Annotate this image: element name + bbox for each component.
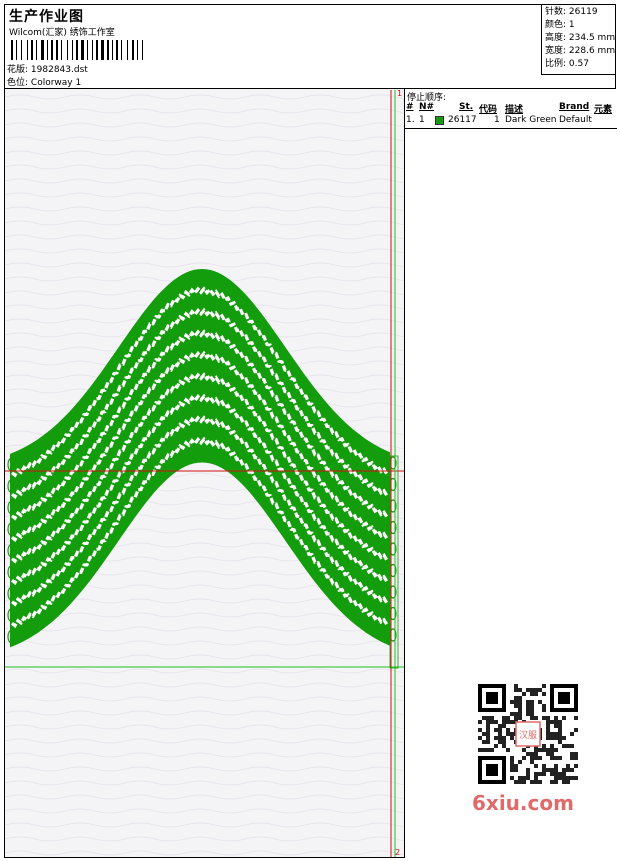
colorway-value: Colorway 1 (30, 78, 82, 88)
stat-width: 宽度: 228.6 mm (545, 46, 616, 56)
stats-panel: 针数: 26119 颜色: 1 高度: 234.5 mm 宽度: 228.6 m… (541, 5, 615, 75)
design-file-value: 1982843.dst (30, 65, 88, 75)
table-divider (405, 128, 617, 129)
design-preview (5, 90, 404, 857)
col-st: St. (459, 102, 474, 112)
marker-top-label: 1 (397, 89, 403, 98)
stat-stitches: 针数: 26119 (545, 7, 598, 17)
barcode (11, 40, 147, 60)
colorway-label: 色位: (7, 78, 29, 88)
col-num: # (406, 102, 414, 112)
qr-center-logo: 汉服 (519, 730, 537, 741)
table-row: 1. 1 26117 1 Dark Green Default (405, 114, 617, 127)
stat-height: 高度: 234.5 mm (545, 33, 616, 43)
row-code: 1 (494, 115, 500, 125)
row-stitches: 26117 (448, 115, 477, 125)
table-header-row: # N# St. 代码 描述 Brand 元素 (405, 101, 617, 115)
sheet-header: 生产作业图 Wilcom(汇家) 绣饰工作室 花版: 1982843.dst 色… (4, 4, 616, 89)
stat-scale: 比例: 0.57 (545, 59, 589, 69)
col-brand: Brand (559, 102, 590, 112)
page-title: 生产作业图 (9, 9, 84, 25)
row-brand: Default (559, 115, 592, 125)
design-file-line: 花版: 1982843.dst (7, 62, 88, 75)
row-desc: Dark Green (505, 115, 557, 125)
stat-colors: 颜色: 1 (545, 20, 575, 30)
qr-code: 汉服 (471, 682, 585, 787)
row-num: 1. (406, 115, 415, 125)
colorway-line: 色位: Colorway 1 (7, 75, 81, 88)
marker-bottom-label: 2 (395, 848, 401, 857)
color-swatch (435, 116, 444, 125)
col-n: N# (419, 102, 435, 112)
row-n: 1 (419, 115, 425, 125)
design-label: 花版: (7, 65, 29, 75)
stop-sequence-table: # N# St. 代码 描述 Brand 元素 1. 1 26117 1 Dar… (405, 101, 617, 127)
company-name: Wilcom(汇家) 绣饰工作室 (9, 28, 115, 38)
watermark-logo: 6xiu.com (472, 791, 574, 815)
